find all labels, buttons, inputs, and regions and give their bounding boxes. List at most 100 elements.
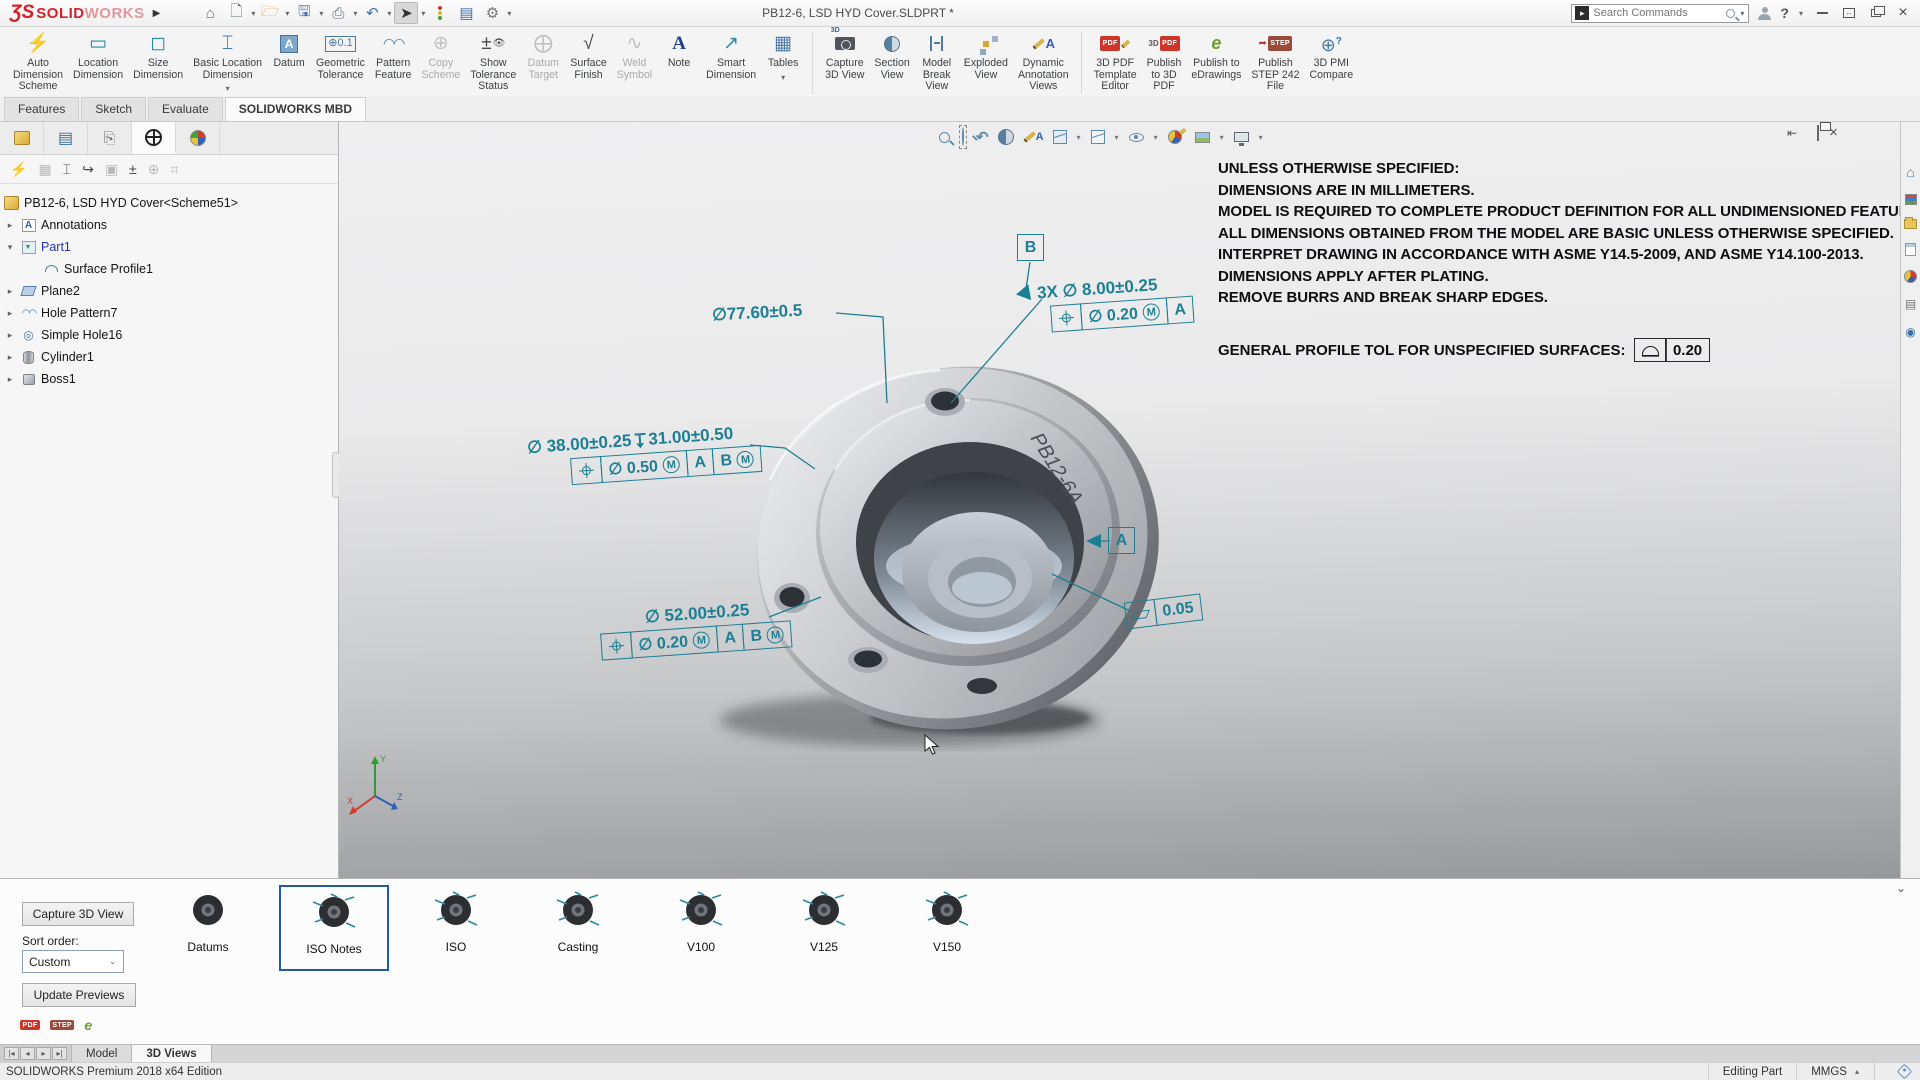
units-selector[interactable]: MMGS — [1811, 1066, 1847, 1078]
doc-restore-icon[interactable] — [1817, 126, 1819, 140]
general-notes-annotation[interactable]: UNLESS OTHERWISE SPECIFIED: DIMENSIONS A… — [1218, 158, 1900, 309]
expander-icon[interactable]: ▾ — [4, 242, 16, 253]
tab-configuration-manager-icon[interactable]: ⎘ — [88, 122, 132, 154]
forum-icon[interactable]: ◉ — [1905, 325, 1915, 339]
smart-dimension-button[interactable]: ↗Smart Dimension — [701, 30, 761, 82]
appearances-scenes-icon[interactable] — [1904, 270, 1917, 283]
model-break-view-button[interactable]: Model Break View — [915, 30, 959, 94]
last-tab-icon[interactable]: ▸| — [52, 1047, 67, 1060]
tables-button[interactable]: ▦Tables▾ — [761, 30, 805, 84]
tree-item-annotations[interactable]: ▸ A Annotations — [4, 214, 334, 236]
search-icon[interactable] — [1726, 9, 1735, 18]
tab-features[interactable]: Features — [4, 97, 79, 121]
display-style-icon[interactable] — [1091, 130, 1105, 144]
tree-root[interactable]: PB12-6, LSD HYD Cover<Scheme51> — [4, 192, 334, 214]
search-input[interactable] — [1593, 7, 1722, 19]
capture-3d-view-button[interactable]: 3DCapture 3D View — [820, 30, 869, 82]
dropdown-caret[interactable]: ▾ — [781, 72, 785, 84]
select-tool-button[interactable]: ➤ — [394, 2, 418, 24]
3d-pmi-compare-button[interactable]: ⊕?3D PMI Compare — [1305, 30, 1359, 82]
size-dimension-button[interactable]: ◻Size Dimension — [128, 30, 188, 82]
minimize-button[interactable] — [1813, 4, 1831, 22]
expander-icon[interactable]: ▸ — [4, 286, 16, 297]
tab-evaluate[interactable]: Evaluate — [148, 97, 223, 121]
dynamic-annotation-views-button[interactable]: ADynamic Annotation Views — [1013, 30, 1074, 94]
dynamic-annotation-hud-icon[interactable]: A — [1023, 131, 1044, 143]
tab-dimxpert-manager-icon[interactable] — [132, 122, 176, 154]
publish-step-242-button[interactable]: ➦STEPPublish STEP 242 File — [1246, 30, 1304, 94]
fit-window-button[interactable]: ↔ — [1840, 4, 1858, 22]
tab-feature-manager-icon[interactable]: ▤ — [44, 122, 88, 154]
restore-button[interactable] — [1867, 4, 1885, 22]
open-button[interactable]: 🗁 — [258, 2, 282, 24]
solidworks-resources-home-icon[interactable]: ⌂ — [1906, 164, 1914, 180]
view-thumbnail-v125[interactable]: V125 — [769, 885, 879, 971]
pattern-feature-button[interactable]: ◠◠Pattern Feature — [370, 30, 417, 82]
settings-gear-button[interactable]: ⚙ — [480, 2, 504, 24]
tab-part-icon[interactable] — [0, 122, 44, 154]
location-dimension-button[interactable]: ▭Location Dimension — [68, 30, 128, 82]
undo-button[interactable]: ↶ — [360, 2, 384, 24]
view-orientation-icon[interactable] — [1053, 130, 1067, 144]
auto-dimension-icon[interactable]: ⚡ — [10, 161, 27, 178]
design-library-icon[interactable] — [1905, 194, 1917, 205]
view-thumbnail-datums[interactable]: Datums — [153, 885, 263, 971]
update-previews-button[interactable]: Update Previews — [22, 983, 136, 1007]
apply-scene-icon[interactable] — [1195, 132, 1210, 143]
surface-finish-button[interactable]: √Surface Finish — [565, 30, 612, 82]
capture-3d-view-panel-button[interactable]: Capture 3D View — [22, 902, 134, 926]
new-document-button[interactable]: 🗋 — [224, 2, 248, 24]
3d-pdf-template-editor-button[interactable]: PDF3D PDF Template Editor — [1089, 30, 1142, 94]
tree-item-cylinder1[interactable]: ▸ Cylinder1 — [4, 346, 334, 368]
dropdown-caret[interactable]: ▾ — [226, 83, 230, 95]
leader-display-icon[interactable]: ↪ — [82, 161, 94, 178]
tab-model[interactable]: Model — [72, 1045, 132, 1062]
publish-3d-pdf-icon[interactable]: PDF — [20, 1020, 40, 1030]
publish-to-3d-pdf-button[interactable]: 3DPDFPublish to 3D PDF — [1142, 30, 1187, 94]
zoom-to-fit-icon[interactable] — [939, 132, 950, 143]
auto-dimension-scheme-button[interactable]: ⚡Auto Dimension Scheme — [8, 30, 68, 94]
doc-dock-icon[interactable]: ⇤ — [1787, 126, 1797, 140]
publish-edrawings-icon[interactable]: e — [84, 1017, 92, 1033]
tree-item-part1[interactable]: ▾ Part1 — [4, 236, 334, 258]
hide-show-items-icon[interactable] — [1129, 133, 1144, 142]
view-thumbnail-iso[interactable]: ISO — [401, 885, 511, 971]
expander-icon[interactable]: ▸ — [4, 330, 16, 341]
zoom-to-area-icon[interactable] — [959, 125, 967, 149]
view-thumbnail-v150[interactable]: V150 — [892, 885, 1002, 971]
help-button[interactable]: ? — [1780, 5, 1789, 21]
prev-tab-icon[interactable]: ◂ — [20, 1047, 35, 1060]
datum-b-flag[interactable]: B — [1017, 234, 1044, 261]
tab-sketch[interactable]: Sketch — [81, 97, 146, 121]
view-palette-icon[interactable] — [1905, 243, 1916, 256]
search-commands-box[interactable]: ▸ ▾ — [1571, 4, 1749, 23]
tab-solidworks-mbd[interactable]: SOLIDWORKS MBD — [225, 97, 366, 121]
performance-indicator-icon[interactable] — [428, 2, 452, 24]
tree-item-simple-hole16[interactable]: ▸ ◎ Simple Hole16 — [4, 324, 334, 346]
basic-location-dimension-button[interactable]: ⌶Basic Location Dimension▾ — [188, 30, 267, 96]
file-explorer-icon[interactable] — [1904, 219, 1917, 229]
user-account-icon[interactable] — [1758, 7, 1771, 20]
expander-icon[interactable]: ▸ — [4, 220, 16, 231]
tab-display-manager-icon[interactable] — [176, 122, 220, 154]
tab-3d-views[interactable]: 3D Views — [132, 1045, 211, 1062]
view-thumbnail-v100[interactable]: V100 — [646, 885, 756, 971]
previous-view-icon[interactable]: ↶ — [976, 128, 989, 146]
tolerance-status-icon[interactable]: ± — [129, 161, 137, 177]
view-settings-icon[interactable] — [1234, 132, 1249, 142]
menu-flyout-arrow-icon[interactable]: ▶ — [153, 8, 161, 19]
graphics-viewport[interactable]: ↶ A ▾ ▾ ▾ ▾ ▾ ⇤ × UNLESS OTHERWISE SPECI… — [339, 122, 1900, 878]
custom-properties-icon[interactable]: ▤ — [1905, 297, 1916, 311]
section-view-button[interactable]: Section View — [869, 30, 914, 82]
tree-item-hole-pattern7[interactable]: ▸ ◠◠ Hole Pattern7 — [4, 302, 334, 324]
publish-to-edrawings-button[interactable]: ePublish to eDrawings — [1186, 30, 1246, 82]
expander-icon[interactable]: ▸ — [4, 352, 16, 363]
datum-button[interactable]: ADatum — [267, 30, 311, 71]
show-tolerance-status-button[interactable]: ±👁Show Tolerance Status — [465, 30, 521, 94]
next-tab-icon[interactable]: ▸ — [36, 1047, 51, 1060]
save-button[interactable]: 🖫 — [292, 2, 316, 24]
basic-dimension-icon[interactable]: ⌶ — [63, 161, 71, 178]
view-thumbnail-iso-notes[interactable]: ISO Notes — [279, 885, 389, 971]
home-button[interactable]: ⌂ — [198, 2, 222, 24]
tree-item-plane2[interactable]: ▸ Plane2 — [4, 280, 334, 302]
